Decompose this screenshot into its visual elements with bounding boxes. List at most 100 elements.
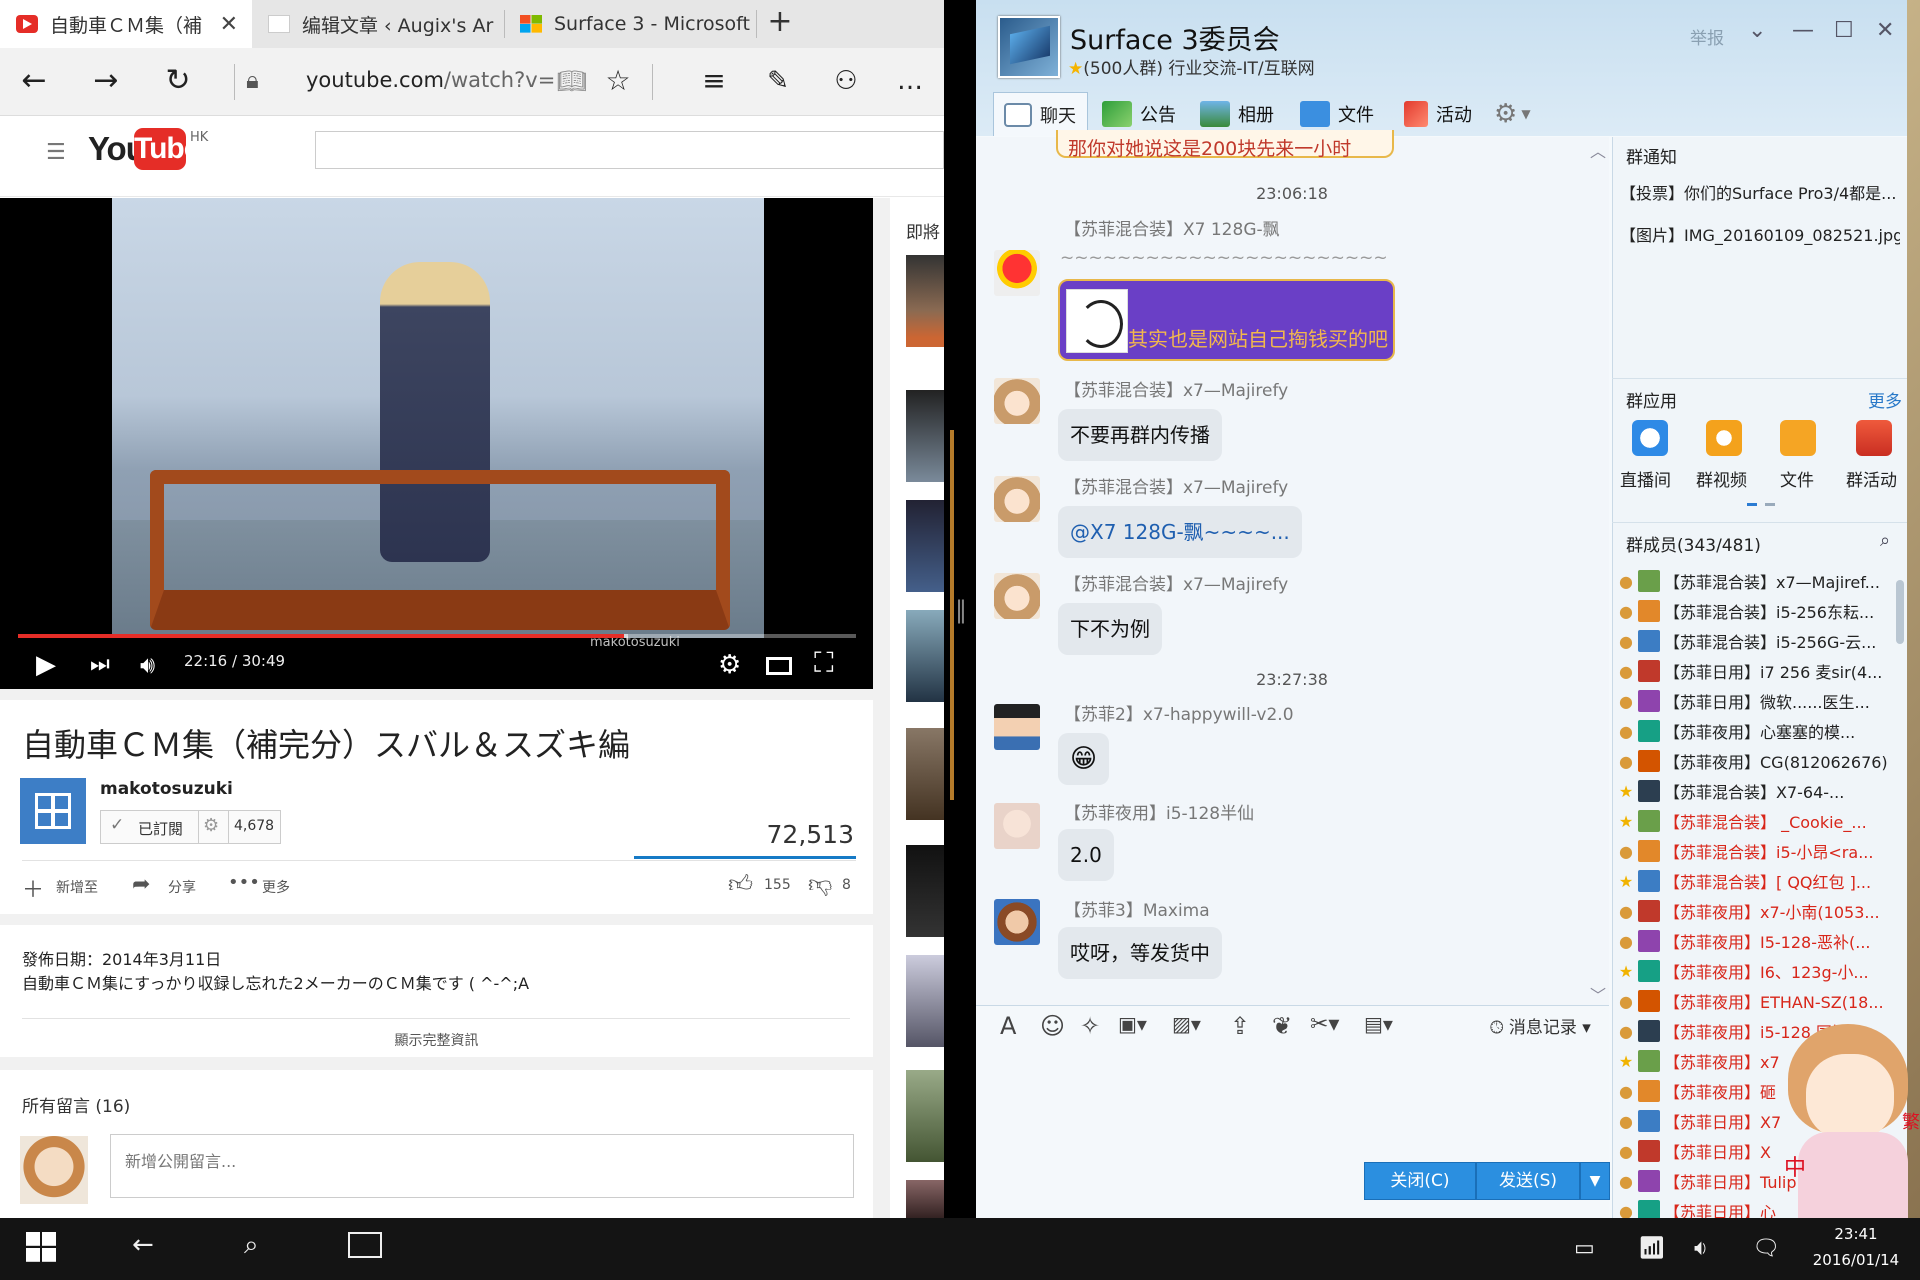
hamburger-menu-icon[interactable]: ☰ xyxy=(46,140,66,165)
notice-item[interactable]: 【图片】IMG_20160109_082521.jpg xyxy=(1620,222,1900,246)
member-item[interactable]: ● 【苏菲夜用】I5-128-恶补(... xyxy=(1616,926,1904,956)
battery-icon[interactable]: ▭ xyxy=(1574,1236,1595,1261)
live-room-icon[interactable] xyxy=(1632,420,1668,456)
fullscreen-icon[interactable]: ⛶ xyxy=(814,648,834,678)
back-arrow-icon[interactable]: ← xyxy=(10,58,58,106)
split-handle-icon[interactable]: ‖ xyxy=(955,596,967,624)
sender-avatar[interactable] xyxy=(994,573,1040,619)
wifi-icon[interactable]: 📶︎ xyxy=(1638,1236,1666,1261)
scroll-down-icon[interactable]: ﹀ xyxy=(1590,982,1606,1006)
reading-view-icon[interactable]: 📖︎ xyxy=(548,58,596,106)
theater-mode-icon[interactable] xyxy=(766,652,792,682)
new-tab-button[interactable]: + xyxy=(756,0,804,48)
settings-gear-icon[interactable]: ⚙ xyxy=(718,650,741,680)
member-item[interactable]: ● 【苏菲混合装】i5-256G-云... xyxy=(1616,626,1904,656)
hub-icon[interactable]: ≡ xyxy=(690,58,738,106)
volume-icon[interactable]: 🔉︎ xyxy=(1694,1236,1708,1261)
tab-youtube[interactable]: 自動車ＣＭ集（補 ✕ xyxy=(0,0,252,48)
back-arrow-icon[interactable]: ← xyxy=(132,1230,154,1260)
maximize-icon[interactable]: ☐ xyxy=(1834,18,1854,43)
related-video-thumbnail[interactable] xyxy=(906,845,944,937)
next-icon[interactable]: ⏭︎ xyxy=(90,650,110,680)
dropdown-chevron-icon[interactable]: ⌄ xyxy=(1748,18,1766,43)
sender-avatar[interactable] xyxy=(994,250,1040,296)
shake-icon[interactable]: ❦ xyxy=(1272,1012,1292,1040)
youtube-logo-tube[interactable]: Tube xyxy=(134,128,200,170)
toolbar-announcement[interactable]: 公告 xyxy=(1102,96,1176,132)
report-button[interactable]: 举报 xyxy=(1690,24,1724,49)
more-tools-icon[interactable]: ▤▾ xyxy=(1364,1012,1393,1036)
member-item[interactable]: ● 【苏菲夜用】心塞塞的模... xyxy=(1616,716,1904,746)
upload-icon[interactable]: ⇪ xyxy=(1230,1012,1250,1040)
task-view-icon[interactable] xyxy=(348,1232,382,1265)
image-icon[interactable]: ▨▾ xyxy=(1172,1012,1201,1036)
related-video-thumbnail[interactable] xyxy=(906,255,944,347)
toolbar-settings-gear-icon[interactable]: ⚙ ▼ xyxy=(1494,96,1531,132)
share-icon[interactable]: ⚇ xyxy=(822,58,870,106)
gif-icon[interactable]: ▣▾ xyxy=(1118,1012,1147,1036)
related-video-thumbnail[interactable] xyxy=(906,1070,944,1162)
close-chat-button[interactable]: 关闭(C) xyxy=(1364,1162,1476,1200)
member-search-icon[interactable]: ⌕ xyxy=(1880,530,1890,551)
channel-avatar[interactable] xyxy=(20,778,86,844)
member-item[interactable]: ● 【苏菲夜用】CG(812062676) xyxy=(1616,746,1904,776)
font-icon[interactable]: A xyxy=(1000,1012,1016,1040)
related-video-thumbnail[interactable] xyxy=(906,390,944,482)
add-to-button[interactable]: 新增至 xyxy=(56,877,98,897)
close-tab-icon[interactable]: ✕ xyxy=(220,12,238,37)
add-to-plus-icon[interactable]: ＋ xyxy=(22,872,44,904)
group-activity-icon[interactable] xyxy=(1856,420,1892,456)
member-item[interactable]: ● 【苏菲混合装】x7—Majiref... xyxy=(1616,566,1904,596)
sender-avatar[interactable] xyxy=(994,704,1040,750)
clock-time[interactable]: 23:41 xyxy=(1806,1225,1906,1243)
member-item[interactable]: ★ 【苏菲混合装】X7-64-... xyxy=(1616,776,1904,806)
favorite-star-icon[interactable]: ☆ xyxy=(594,58,642,106)
sender-avatar[interactable] xyxy=(994,476,1040,522)
minimize-icon[interactable]: — xyxy=(1792,18,1814,43)
web-note-icon[interactable]: ✎ xyxy=(754,58,802,106)
toolbar-activity[interactable]: 活动 xyxy=(1404,96,1472,132)
search-icon[interactable]: ⌕ xyxy=(244,1230,259,1261)
more-button[interactable]: 更多 xyxy=(262,877,290,897)
thumbs-down-icon[interactable]: 👎︎ xyxy=(808,870,832,899)
screenshot-scissors-icon[interactable]: ✂▾ xyxy=(1310,1012,1339,1037)
member-item[interactable]: ● 【苏菲夜用】ETHAN-SZ(18... xyxy=(1616,986,1904,1016)
thumbs-up-icon[interactable]: 👍︎ xyxy=(728,870,753,899)
more-dots-icon[interactable]: ••• xyxy=(228,872,260,893)
play-icon[interactable]: ▶ xyxy=(36,650,56,680)
clock-date[interactable]: 2016/01/14 xyxy=(1806,1251,1906,1269)
sender-avatar[interactable] xyxy=(994,899,1040,945)
start-windows-icon[interactable] xyxy=(26,1232,56,1269)
search-input[interactable] xyxy=(315,131,944,169)
notice-item[interactable]: 【投票】你们的Surface Pro3/4都是... xyxy=(1620,180,1900,204)
member-item[interactable]: ● 【苏菲混合装】i5-256东耘... xyxy=(1616,596,1904,626)
volume-icon[interactable]: 🔊︎ xyxy=(140,650,155,680)
sender-avatar[interactable] xyxy=(994,378,1040,424)
url-text[interactable]: youtube.com/watch?v= xyxy=(306,68,555,92)
member-item[interactable]: ★ 【苏菲混合装】 _Cookie_... xyxy=(1616,806,1904,836)
related-video-thumbnail[interactable] xyxy=(906,500,944,592)
show-more-button[interactable]: 顯示完整資訊 xyxy=(0,1030,873,1050)
send-options-dropdown-icon[interactable]: ▼ xyxy=(1580,1162,1610,1200)
related-video-thumbnail[interactable] xyxy=(906,610,944,702)
related-video-thumbnail[interactable] xyxy=(906,955,944,1047)
more-menu-icon[interactable]: … xyxy=(886,58,934,106)
apps-pager-dots[interactable] xyxy=(1747,503,1775,506)
member-item[interactable]: ● 【苏菲日用】微软......医生... xyxy=(1616,686,1904,716)
toolbar-album[interactable]: 相册 xyxy=(1200,96,1274,132)
magic-wand-icon[interactable]: ✧ xyxy=(1080,1012,1100,1040)
apps-more-link[interactable]: 更多 xyxy=(1868,387,1902,412)
send-button[interactable]: 发送(S) xyxy=(1476,1162,1580,1200)
member-list-scrollbar[interactable] xyxy=(1896,580,1904,644)
sender-avatar[interactable] xyxy=(994,803,1040,849)
tab-augix[interactable]: 编辑文章 ‹ Augix's Ar xyxy=(252,0,504,48)
toolbar-files[interactable]: 文件 xyxy=(1300,96,1374,132)
action-center-icon[interactable]: 🗨︎ xyxy=(1752,1236,1780,1261)
related-video-thumbnail[interactable] xyxy=(906,728,944,820)
file-folder-icon[interactable] xyxy=(1780,420,1816,456)
emoji-icon[interactable]: ☺ xyxy=(1040,1012,1065,1040)
channel-name[interactable]: makotosuzuki xyxy=(100,779,233,799)
subscription-settings-gear-icon[interactable]: ⚙ xyxy=(203,815,219,836)
member-item[interactable]: ★ 【苏菲混合装】[ QQ红包 ]... xyxy=(1616,866,1904,896)
share-arrow-icon[interactable]: ➦ xyxy=(132,872,150,897)
